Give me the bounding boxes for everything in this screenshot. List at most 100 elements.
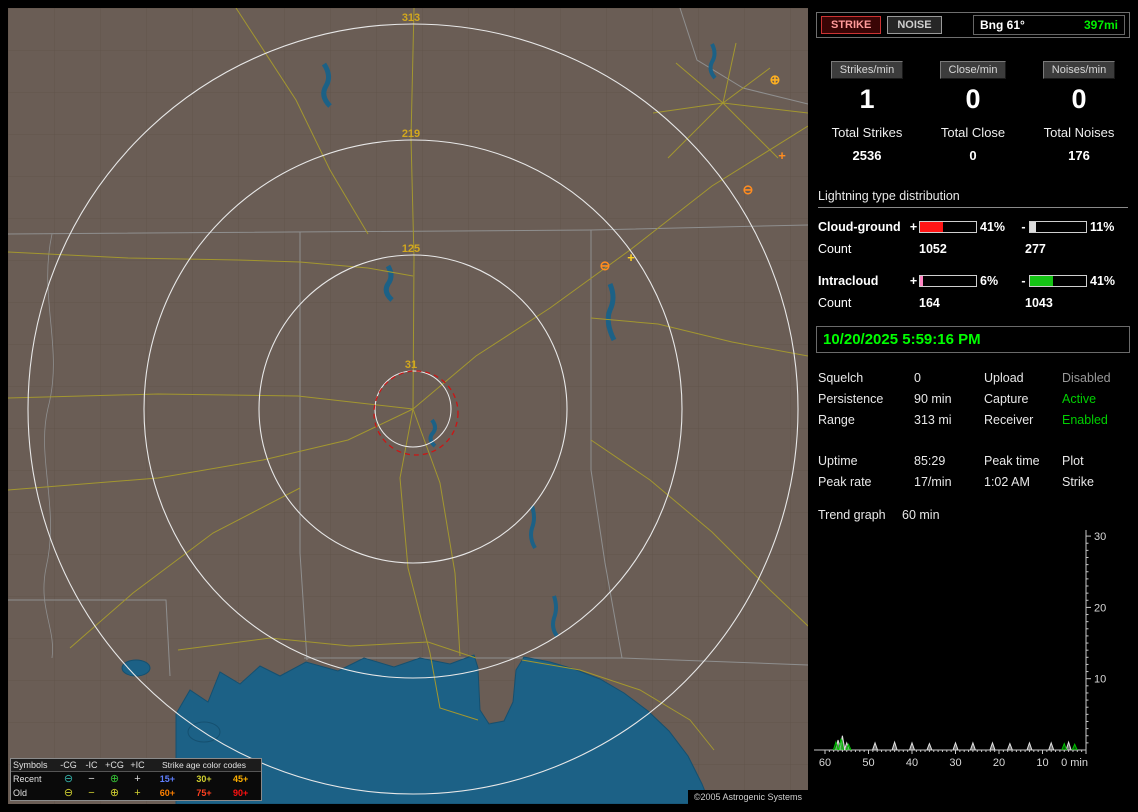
upload-status: Disabled <box>1062 370 1111 385</box>
stats-row: Peak rate 17/min 1:02 AM Strike <box>818 471 1128 492</box>
receiver-label: Receiver <box>984 412 1034 427</box>
peak-rate-value: 17/min <box>914 474 952 489</box>
minus-sign: - <box>1021 220 1026 234</box>
svg-text:31: 31 <box>405 359 417 371</box>
intracloud-label: Intracloud <box>818 274 879 288</box>
legend-age-title: Strike age color codes <box>161 760 247 770</box>
ic-negative-pct: 41% <box>1090 274 1116 288</box>
persistence-value: 90 min <box>914 391 952 406</box>
ic-positive-pct: 6% <box>980 274 999 288</box>
svg-text:40: 40 <box>906 757 918 769</box>
mode-toolbar: STRIKE NOISE Bng 61° 397mi <box>816 12 1130 38</box>
peak-time-value: 1:02 AM <box>984 474 1030 489</box>
legend-col-neg-cg: -CG <box>60 760 77 770</box>
stats-grid: Uptime 85:29 Peak time Plot Peak rate 17… <box>818 450 1128 492</box>
range-label: Range <box>818 412 855 427</box>
svg-text:+: + <box>778 148 786 163</box>
plus-sign: + <box>909 220 918 234</box>
cloud-ground-row: Cloud-ground + 41% - 11% <box>818 218 1128 236</box>
plot-value: Strike <box>1062 474 1094 489</box>
noise-mode-button[interactable]: NOISE <box>887 16 942 34</box>
noises-per-min-value: 0 <box>1071 84 1087 114</box>
count-label: Count <box>818 296 852 310</box>
persistence-label: Persistence <box>818 391 884 406</box>
total-strikes-value: 2536 <box>852 148 882 163</box>
bearing-readout: Bng 61° 397mi <box>973 15 1125 35</box>
range-value: 313 mi <box>914 412 952 427</box>
svg-text:313: 313 <box>402 12 420 24</box>
cg-positive-bar <box>919 221 977 233</box>
minus-sign: - <box>1021 274 1026 288</box>
strikes-column: Strikes/min 1 Total Strikes 2536 <box>814 60 920 163</box>
peak-time-label: Peak time <box>984 453 1040 468</box>
status-grid: Squelch 0 Upload Disabled Persistence 90… <box>818 367 1128 430</box>
strikes-per-min-value: 1 <box>859 84 875 114</box>
trend-chart: 10 20 30 60 50 40 30 20 10 0 min <box>814 524 1132 776</box>
cg-negative-pct: 11% <box>1090 220 1115 234</box>
ic-positive-count: 164 <box>919 296 940 310</box>
cg-positive-pct: 41% <box>980 220 1006 234</box>
trend-graph-label: Trend graph <box>818 508 886 522</box>
total-close-value: 0 <box>969 148 977 163</box>
svg-text:⊖: ⊖ <box>600 258 611 273</box>
count-label: Count <box>818 242 852 256</box>
ic-negative-bar <box>1029 275 1087 287</box>
squelch-label: Squelch <box>818 370 864 385</box>
close-per-min-button[interactable]: Close/min <box>939 61 1007 79</box>
uptime-value: 85:29 <box>914 453 946 468</box>
map-legend: Symbols -CG -IC +CG +IC Strike age color… <box>10 758 262 801</box>
intracloud-row: Intracloud + 6% - 41% <box>818 272 1128 290</box>
total-strikes-label: Total Strikes <box>831 125 903 140</box>
upload-label: Upload <box>984 370 1024 385</box>
trend-graph-header: Trend graph 60 min <box>818 508 1128 522</box>
legend-row-recent: Recent ⊖ − ⊕ +15+ 30+ 45+ <box>13 773 249 785</box>
svg-text:10: 10 <box>1094 674 1106 686</box>
cg-negative-count: 277 <box>1025 242 1046 256</box>
noises-per-min-button[interactable]: Noises/min <box>1042 61 1116 79</box>
strikes-per-min-button[interactable]: Strikes/min <box>830 61 904 79</box>
copyright-text: ©2005 Astrogenic Systems <box>687 790 808 804</box>
svg-text:+: + <box>627 250 635 265</box>
close-column: Close/min 0 Total Close 0 <box>920 60 1026 163</box>
map-svg: 313 219 125 31 ⊖ + ⊕ + ⊖ <box>8 8 808 804</box>
cloud-ground-counts: Count 1052 277 <box>818 242 1128 256</box>
legend-col-neg-ic: -IC <box>85 760 98 770</box>
stats-row: Uptime 85:29 Peak time Plot <box>818 450 1128 471</box>
intracloud-counts: Count 164 1043 <box>818 296 1128 310</box>
distance-value: 397mi <box>1083 18 1118 32</box>
svg-text:219: 219 <box>402 128 420 140</box>
datetime-display: 10/20/2025 5:59:16 PM <box>816 326 1130 353</box>
status-row: Persistence 90 min Capture Active <box>818 388 1128 409</box>
status-row: Range 313 mi Receiver Enabled <box>818 409 1128 430</box>
legend-row-old: Old ⊖ − ⊕ +60+ 75+ 90+ <box>13 787 249 799</box>
svg-text:20: 20 <box>1094 602 1106 614</box>
plot-label: Plot <box>1062 453 1084 468</box>
distribution-title: Lightning type distribution <box>818 189 1128 208</box>
lightning-map[interactable]: 313 219 125 31 ⊖ + ⊕ + ⊖ Symbols -CG -IC +CG +I… <box>8 8 808 804</box>
strike-mode-button[interactable]: STRIKE <box>821 16 882 34</box>
status-row: Squelch 0 Upload Disabled <box>818 367 1128 388</box>
rate-counters: Strikes/min 1 Total Strikes 2536 Close/m… <box>814 60 1132 163</box>
close-per-min-value: 0 <box>965 84 981 114</box>
svg-text:60: 60 <box>819 757 831 769</box>
total-close-label: Total Close <box>940 125 1006 140</box>
legend-col-pos-ic: +IC <box>130 760 145 770</box>
cg-positive-count: 1052 <box>919 242 947 256</box>
plus-sign: + <box>909 274 918 288</box>
trend-graph-span: 60 min <box>902 508 940 522</box>
squelch-value: 0 <box>914 370 921 385</box>
svg-text:⊖: ⊖ <box>743 182 754 197</box>
svg-text:50: 50 <box>862 757 874 769</box>
legend-symbols-title: Symbols <box>13 760 48 770</box>
capture-label: Capture <box>984 391 1029 406</box>
svg-text:⊕: ⊕ <box>770 72 781 87</box>
svg-text:30: 30 <box>949 757 961 769</box>
uptime-label: Uptime <box>818 453 858 468</box>
bearing-value: Bng 61° <box>980 18 1025 32</box>
lightning-distribution: Lightning type distribution Cloud-ground… <box>818 189 1128 310</box>
ic-positive-bar <box>919 275 977 287</box>
total-noises-value: 176 <box>1068 148 1090 163</box>
ic-negative-count: 1043 <box>1025 296 1053 310</box>
svg-text:20: 20 <box>993 757 1005 769</box>
capture-status: Active <box>1062 391 1097 406</box>
